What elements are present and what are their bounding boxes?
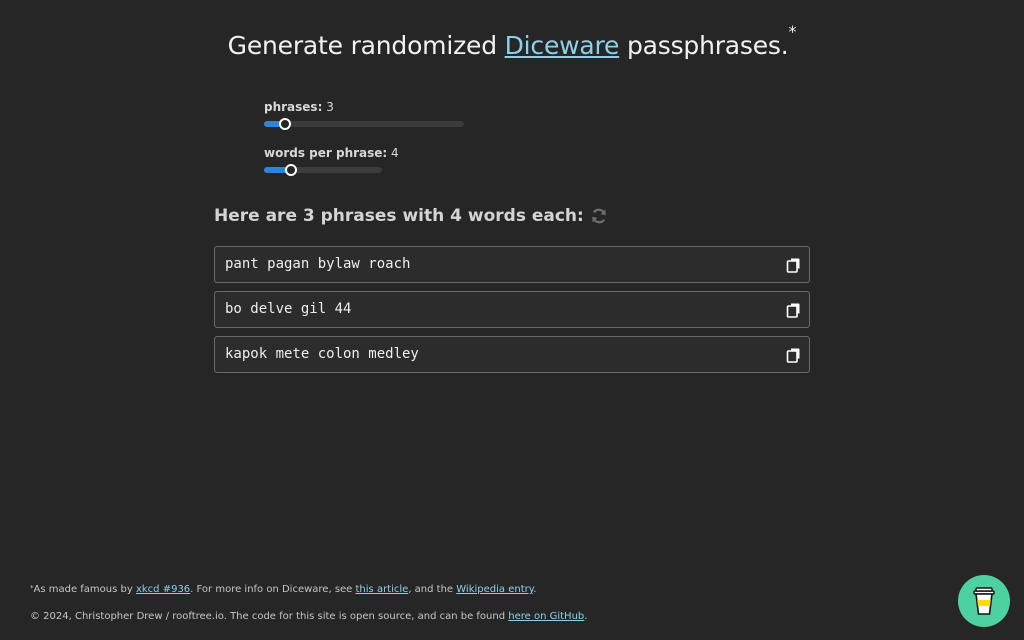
footnote-text: . For more info on Diceware, see: [190, 584, 356, 595]
phrases-value: 3: [326, 100, 334, 114]
copy-icon[interactable]: [786, 347, 802, 363]
refresh-icon[interactable]: [590, 207, 608, 225]
xkcd-link[interactable]: xkcd #936: [136, 584, 190, 595]
github-link[interactable]: here on GitHub: [508, 611, 584, 622]
footnote: *As made famous by xkcd #936. For more i…: [30, 583, 536, 597]
words-per-phrase-value: 4: [391, 146, 399, 160]
title-suffix: passphrases.: [619, 31, 789, 60]
words-per-phrase-slider-thumb[interactable]: [285, 164, 297, 176]
phrases-slider[interactable]: [264, 118, 464, 130]
page-title: Generate randomized Diceware passphrases…: [0, 24, 1024, 62]
article-link[interactable]: this article: [356, 584, 409, 595]
phrases-label: phrases: 3: [264, 100, 464, 114]
words-per-phrase-slider[interactable]: [264, 164, 382, 176]
phrase-item: bo delve gil 44: [214, 291, 810, 328]
wikipedia-link[interactable]: Wikipedia entry: [456, 584, 533, 595]
phrases-control: phrases: 3: [264, 100, 464, 130]
diceware-link[interactable]: Diceware: [505, 31, 620, 60]
phrase-item: pant pagan bylaw roach: [214, 246, 810, 283]
results-heading: Here are 3 phrases with 4 words each:: [214, 204, 608, 228]
copy-icon[interactable]: [786, 257, 802, 273]
title-prefix: Generate randomized: [227, 31, 505, 60]
footnote-text: As made famous by: [33, 584, 136, 595]
phrase-text[interactable]: bo delve gil 44: [225, 292, 351, 327]
copy-icon[interactable]: [786, 302, 802, 318]
copyright-text: .: [584, 611, 588, 622]
phrase-list: pant pagan bylaw roach bo delve gil 44 k…: [214, 246, 810, 381]
footnote-text: , and the: [408, 584, 457, 595]
phrases-slider-thumb[interactable]: [279, 118, 291, 130]
copyright: © 2024, Christopher Drew / rooftree.io. …: [30, 610, 587, 624]
footnote-marker: *: [30, 584, 34, 592]
words-per-phrase-control: words per phrase: 4: [264, 146, 399, 176]
footnote-text: .: [533, 584, 537, 595]
coffee-cup-icon: [971, 586, 997, 616]
buy-me-a-coffee-button[interactable]: [958, 575, 1010, 627]
phrases-label-text: phrases:: [264, 100, 323, 114]
phrase-text[interactable]: pant pagan bylaw roach: [225, 247, 410, 282]
results-heading-text: Here are 3 phrases with 4 words each:: [214, 206, 584, 226]
phrase-item: kapok mete colon medley: [214, 336, 810, 373]
words-per-phrase-label-text: words per phrase:: [264, 146, 388, 160]
copyright-text: © 2024, Christopher Drew / rooftree.io. …: [30, 611, 509, 622]
words-per-phrase-label: words per phrase: 4: [264, 146, 399, 160]
phrase-text[interactable]: kapok mete colon medley: [225, 337, 419, 372]
title-footnote-marker: *: [788, 22, 797, 41]
